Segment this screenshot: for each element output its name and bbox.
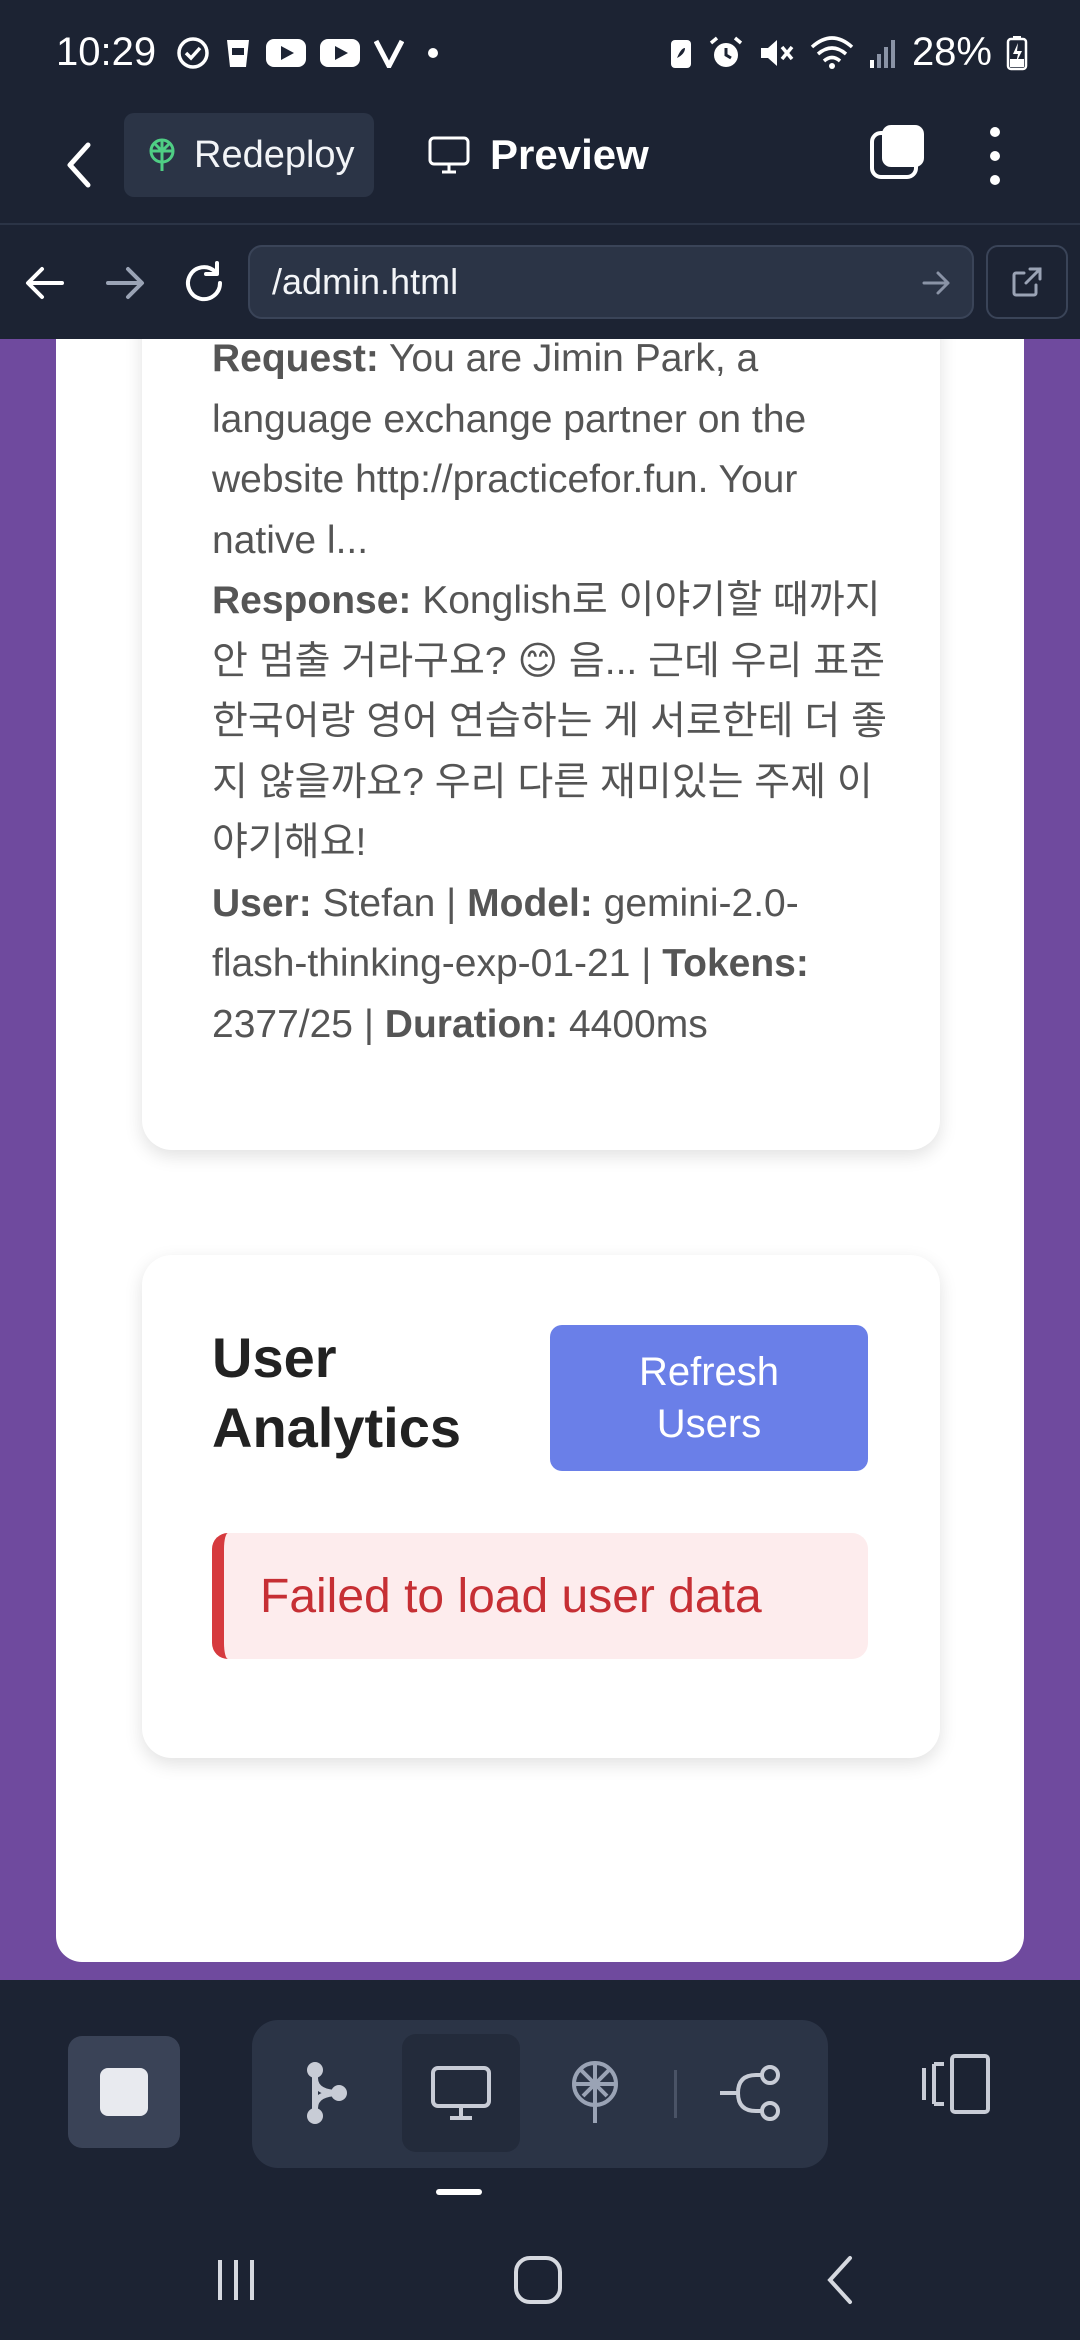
tabs-icon[interactable] bbox=[868, 123, 926, 181]
status-right: 28% bbox=[668, 30, 1028, 75]
tool-group bbox=[252, 2020, 828, 2168]
model-label: Model: bbox=[467, 881, 593, 925]
check-circle-icon bbox=[177, 36, 209, 69]
status-left: 10:29 bbox=[56, 30, 448, 75]
battery-percent: 28% bbox=[911, 30, 992, 74]
deploy-tool[interactable] bbox=[536, 2034, 654, 2152]
user-value: Stefan bbox=[322, 881, 436, 925]
stop-icon bbox=[100, 2068, 148, 2116]
response-line: Response: Konglish로 이야기할 때까지 안 멈출 거라구요? … bbox=[212, 571, 892, 874]
log-body: Request: You are Jimin Park, a language … bbox=[212, 339, 892, 1055]
separator: | bbox=[352, 1002, 385, 1046]
browser-forward-icon[interactable] bbox=[96, 255, 152, 311]
web-viewport[interactable]: PM Request: You are Jimin Park, a langua… bbox=[0, 339, 1080, 1980]
url-input[interactable]: /admin.html bbox=[248, 245, 974, 319]
analytics-title: User Analytics bbox=[212, 1326, 461, 1459]
duration-label: Duration: bbox=[384, 1002, 559, 1046]
tokens-value: 2377/25 bbox=[212, 1002, 353, 1046]
deploy-icon bbox=[572, 2061, 618, 2123]
recent-apps-icon[interactable] bbox=[206, 2250, 266, 2310]
monitor-icon bbox=[428, 136, 470, 174]
response-label: Response: bbox=[212, 579, 412, 622]
app-bar: Redeploy Preview bbox=[0, 105, 1080, 225]
battery-saver-icon bbox=[670, 39, 691, 68]
cup-icon bbox=[227, 39, 250, 67]
refresh-users-button[interactable]: Refresh Users bbox=[550, 1325, 868, 1471]
external-link-icon bbox=[1012, 267, 1042, 297]
alarm-icon bbox=[709, 36, 743, 67]
workflow-tool[interactable] bbox=[692, 2034, 810, 2152]
v-icon bbox=[374, 39, 405, 68]
tokens-label: Tokens: bbox=[662, 942, 809, 985]
youtube-icon bbox=[320, 38, 361, 67]
open-external-button[interactable] bbox=[986, 245, 1068, 319]
dot-icon bbox=[428, 47, 439, 58]
separator: | bbox=[435, 881, 468, 925]
log-entry-card: PM Request: You are Jimin Park, a langua… bbox=[142, 339, 940, 1150]
status-bar: 10:29 28% bbox=[0, 0, 1080, 105]
system-navigation bbox=[0, 2220, 1080, 2340]
redeploy-button[interactable]: Redeploy bbox=[124, 113, 374, 197]
mute-icon bbox=[760, 39, 794, 66]
youtube-icon bbox=[266, 38, 307, 67]
error-alert: Failed to load user data bbox=[212, 1533, 868, 1659]
duration-value: 4400ms bbox=[568, 1002, 708, 1046]
more-options-icon[interactable] bbox=[980, 121, 1010, 191]
monitor-icon bbox=[431, 2066, 491, 2120]
battery-charging-icon bbox=[1006, 35, 1028, 70]
panel-icon[interactable] bbox=[918, 2046, 994, 2122]
user-analytics-card: User Analytics Refresh Users Failed to l… bbox=[142, 1255, 940, 1758]
separator: | bbox=[630, 942, 663, 985]
stop-button[interactable] bbox=[68, 2036, 180, 2148]
reload-icon[interactable] bbox=[176, 255, 232, 311]
admin-page: PM Request: You are Jimin Park, a langua… bbox=[56, 339, 1024, 1962]
url-row: /admin.html bbox=[0, 227, 1080, 339]
toolbar-divider bbox=[674, 2070, 677, 2118]
tab-preview[interactable]: Preview bbox=[428, 125, 649, 185]
bottom-toolbar bbox=[0, 1980, 1080, 2220]
redeploy-label: Redeploy bbox=[194, 133, 355, 176]
home-icon[interactable] bbox=[508, 2250, 568, 2310]
preview-label: Preview bbox=[490, 131, 649, 178]
panel-handle bbox=[436, 2189, 482, 2195]
workflow-icon bbox=[720, 2065, 780, 2121]
browser-back-icon[interactable] bbox=[18, 255, 74, 311]
url-text: /admin.html bbox=[272, 261, 459, 302]
error-message: Failed to load user data bbox=[260, 1569, 762, 1623]
go-arrow-icon[interactable] bbox=[918, 265, 954, 301]
signal-icon bbox=[869, 39, 895, 68]
back-icon[interactable] bbox=[52, 127, 108, 203]
git-branch-tool[interactable] bbox=[268, 2034, 386, 2152]
status-time: 10:29 bbox=[56, 30, 157, 74]
meta-line: User: Stefan | Model: gemini-2.0-flash-t… bbox=[212, 874, 892, 1056]
git-branch-icon bbox=[307, 2062, 347, 2124]
request-line: Request: You are Jimin Park, a language … bbox=[212, 339, 892, 571]
deploy-icon bbox=[149, 138, 175, 171]
request-label: Request: bbox=[212, 339, 379, 380]
system-back-icon[interactable] bbox=[812, 2250, 872, 2310]
user-label: User: bbox=[212, 881, 312, 925]
preview-tool[interactable] bbox=[402, 2034, 520, 2152]
wifi-icon bbox=[810, 35, 854, 69]
